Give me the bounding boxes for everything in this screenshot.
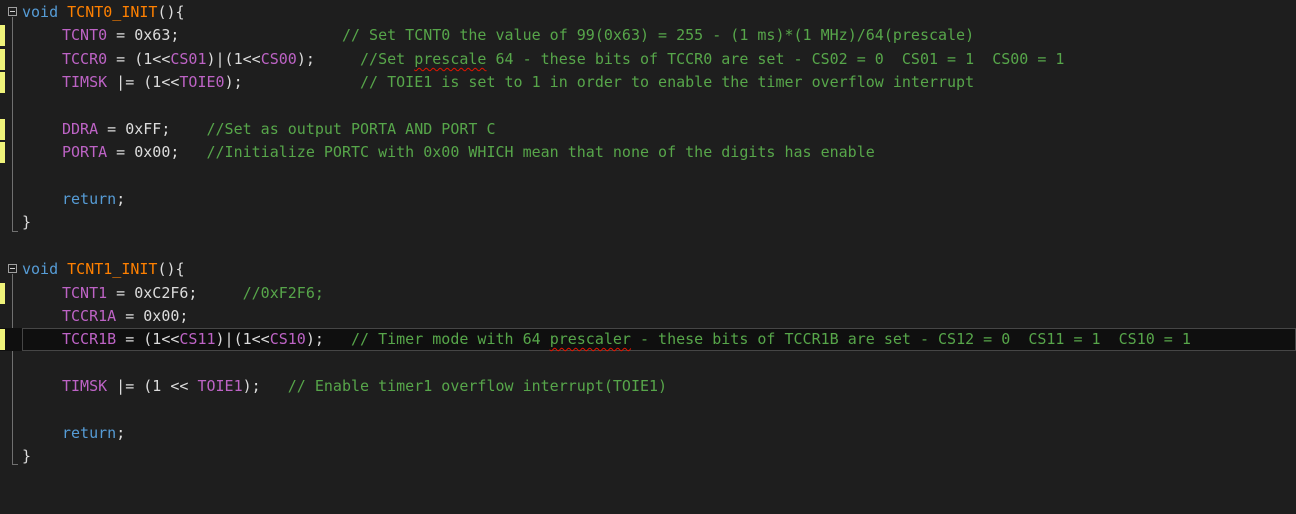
macro-name: CS00 xyxy=(260,50,297,68)
register-name: TCCR1B xyxy=(62,330,117,348)
code-text: = 0x63; xyxy=(107,26,180,44)
collapse-toggle-icon[interactable] xyxy=(8,264,17,273)
code-line-tcnt1[interactable]: TCNT1 = 0xC2F6; //0xF2F6; xyxy=(0,282,1296,305)
code-line-timsk1[interactable]: TIMSK |= (1 << TOIE1); // Enable timer1 … xyxy=(0,375,1296,398)
code-text: ); xyxy=(305,330,324,348)
code-line-func1-signature[interactable]: void TCNT0_INIT(){ xyxy=(0,1,1296,24)
register-name: DDRA xyxy=(62,120,99,138)
code-text: = 0xC2F6; xyxy=(107,284,198,302)
code-text: ); xyxy=(224,73,243,91)
change-marker xyxy=(0,49,5,70)
collapse-toggle-icon[interactable] xyxy=(8,7,17,16)
code-line-ddra[interactable]: DDRA = 0xFF; //Set as output PORTA AND P… xyxy=(0,118,1296,141)
code-text: |= (1 << xyxy=(107,377,198,395)
code-comment: //Set as output PORTA AND PORT C xyxy=(206,120,496,138)
code-line-return-func1[interactable]: return; xyxy=(0,188,1296,211)
function-open: (){ xyxy=(157,260,185,278)
code-spacing xyxy=(315,50,360,68)
code-text: = 0x00; xyxy=(107,143,180,161)
keyword-void: void xyxy=(22,3,59,21)
code-line-return-func2[interactable]: return; xyxy=(0,422,1296,445)
macro-name: CS01 xyxy=(170,50,207,68)
code-comment: // Set TCNT0 the value of 99(0x63) = 255… xyxy=(341,26,975,44)
code-text: = (1<< xyxy=(116,330,180,348)
code-text: = 0xFF; xyxy=(98,120,171,138)
comment-text: 64 - these bits of TCCR0 are set - CS02 … xyxy=(486,50,1065,68)
change-marker xyxy=(0,283,5,304)
code-line-tccr1a[interactable]: TCCR1A = 0x00; xyxy=(0,305,1296,328)
keyword-void: void xyxy=(22,260,59,278)
code-text: ; xyxy=(116,424,126,442)
code-line-close-func1[interactable]: } xyxy=(0,211,1296,234)
macro-name: TOIE0 xyxy=(179,73,225,91)
code-text: ; xyxy=(116,190,126,208)
change-marker xyxy=(0,142,5,163)
comment-text: //Set xyxy=(360,50,415,68)
macro-name: CS11 xyxy=(179,330,216,348)
code-spacing xyxy=(170,120,206,138)
change-marker xyxy=(0,72,5,93)
code-spacing xyxy=(179,143,206,161)
code-line-tccr1b-current[interactable]: TCCR1B = (1<<CS11)|(1<<CS10); // Timer m… xyxy=(0,328,1296,351)
closing-brace: } xyxy=(22,213,32,231)
code-comment: //Set prescale 64 - these bits of TCCR0 … xyxy=(360,50,1064,68)
code-text: ); xyxy=(242,377,261,395)
change-marker xyxy=(0,329,5,350)
spelling-error[interactable]: prescaler xyxy=(550,330,631,348)
keyword-return: return xyxy=(62,424,117,442)
register-name: TCNT0 xyxy=(62,26,108,44)
code-text: = (1<< xyxy=(107,50,171,68)
register-name: TCNT1 xyxy=(62,284,108,302)
function-open: (){ xyxy=(157,3,185,21)
code-spacing xyxy=(197,284,242,302)
function-name: TCNT0_INIT xyxy=(67,3,158,21)
code-text: |= (1<< xyxy=(107,73,180,91)
code-line-tccr0[interactable]: TCCR0 = (1<<CS01)|(1<<CS00); //Set presc… xyxy=(0,48,1296,71)
comment-text: - these bits of TCCR1B are set - CS12 = … xyxy=(630,330,1191,348)
code-spacing xyxy=(324,330,351,348)
function-name: TCNT1_INIT xyxy=(67,260,158,278)
comment-text: // Timer mode with 64 xyxy=(351,330,550,348)
register-name: TIMSK xyxy=(62,377,108,395)
code-comment: // Timer mode with 64 prescaler - these … xyxy=(351,330,1191,348)
code-line-tcnt0[interactable]: TCNT0 = 0x63; // Set TCNT0 the value of … xyxy=(0,24,1296,47)
code-comment: //0xF2F6; xyxy=(242,284,324,302)
change-marker xyxy=(0,119,5,140)
change-marker xyxy=(0,25,5,46)
code-comment: // TOIE1 is set to 1 in order to enable … xyxy=(360,73,975,91)
macro-name: CS10 xyxy=(269,330,306,348)
register-name: TIMSK xyxy=(62,73,108,91)
code-text: = 0x00; xyxy=(116,307,189,325)
closing-brace: } xyxy=(22,447,32,465)
spelling-error[interactable]: prescale xyxy=(414,50,486,68)
code-comment: //Initialize PORTC with 0x00 WHICH mean … xyxy=(206,143,875,161)
code-spacing xyxy=(243,73,360,91)
code-text: )|(1<< xyxy=(206,50,261,68)
code-line-porta[interactable]: PORTA = 0x00; //Initialize PORTC with 0x… xyxy=(0,141,1296,164)
code-editor[interactable]: void TCNT0_INIT(){ TCNT0 = 0x63; // Set … xyxy=(0,0,1296,475)
code-spacing xyxy=(261,377,288,395)
code-line-timsk0[interactable]: TIMSK |= (1<<TOIE0); // TOIE1 is set to … xyxy=(0,71,1296,94)
register-name: TCCR1A xyxy=(62,307,117,325)
macro-name: TOIE1 xyxy=(197,377,243,395)
keyword-return: return xyxy=(62,190,117,208)
code-text: )|(1<< xyxy=(215,330,270,348)
code-line-func2-signature[interactable]: void TCNT1_INIT(){ xyxy=(0,258,1296,281)
code-line-close-func2[interactable]: } xyxy=(0,445,1296,468)
code-text: ); xyxy=(296,50,315,68)
register-name: PORTA xyxy=(62,143,108,161)
code-spacing xyxy=(179,26,342,44)
register-name: TCCR0 xyxy=(62,50,108,68)
code-comment: // Enable timer1 overflow interrupt(TOIE… xyxy=(287,377,668,395)
